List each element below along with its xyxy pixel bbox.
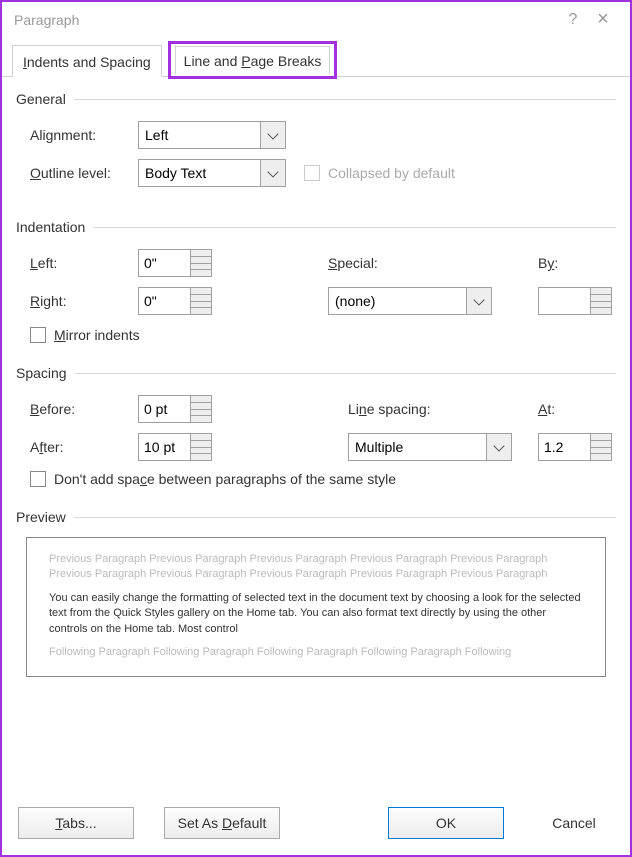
section-title-spacing: Spacing — [16, 365, 67, 381]
titlebar: Paragraph ? × — [2, 2, 630, 37]
dialog-footer: Tabs... Set As Default OK Cancel — [2, 791, 630, 855]
indent-left-spinner[interactable] — [138, 249, 248, 277]
alignment-label: Alignment: — [30, 127, 138, 143]
mirror-indents-checkbox[interactable] — [30, 327, 46, 343]
outline-label: Outline level: — [30, 165, 138, 181]
preview-main-text: You can easily change the formatting of … — [49, 591, 583, 637]
special-label: Special: — [328, 255, 518, 271]
spin-up-icon[interactable] — [590, 433, 612, 447]
alignment-input[interactable] — [138, 121, 260, 149]
mirror-indents-label: Mirror indents — [54, 327, 140, 343]
close-button[interactable]: × — [588, 5, 618, 35]
indent-left-input[interactable] — [138, 249, 190, 277]
help-button[interactable]: ? — [558, 5, 588, 35]
special-select[interactable] — [328, 287, 518, 315]
section-title-indentation: Indentation — [16, 219, 85, 235]
before-input[interactable] — [138, 395, 190, 423]
alignment-select[interactable] — [138, 121, 286, 149]
spin-down-icon[interactable] — [190, 301, 212, 316]
chevron-down-icon — [473, 294, 484, 305]
line-spacing-dropdown-icon[interactable] — [486, 433, 512, 461]
alignment-dropdown-icon[interactable] — [260, 121, 286, 149]
tabs-button[interactable]: Tabs... — [18, 807, 134, 839]
spin-up-icon[interactable] — [190, 395, 212, 409]
collapsed-label: Collapsed by default — [328, 165, 455, 181]
section-general: General Alignment: Outline level: — [16, 91, 616, 197]
chevron-down-icon — [493, 440, 504, 451]
special-input[interactable] — [328, 287, 466, 315]
spin-down-icon[interactable] — [190, 409, 212, 424]
section-indentation: Indentation Left: Special: By: Right: — [16, 219, 616, 343]
section-spacing: Spacing Before: Line spacing: At: After: — [16, 365, 616, 487]
spin-down-icon[interactable] — [190, 447, 212, 462]
outline-dropdown-icon[interactable] — [260, 159, 286, 187]
section-title-general: General — [16, 91, 66, 107]
at-label: At: — [538, 401, 628, 417]
spin-down-icon[interactable] — [190, 263, 212, 278]
line-spacing-input[interactable] — [348, 433, 486, 461]
no-space-label: Don't add space between paragraphs of th… — [54, 471, 396, 487]
outline-input[interactable] — [138, 159, 260, 187]
line-spacing-select[interactable] — [348, 433, 528, 461]
preview-prev-text: Previous Paragraph Previous Paragraph Pr… — [49, 552, 583, 583]
line-spacing-label: Line spacing: — [348, 401, 528, 417]
indent-left-label: Left: — [30, 255, 138, 271]
spin-up-icon[interactable] — [190, 287, 212, 301]
spin-up-icon[interactable] — [190, 433, 212, 447]
cancel-button[interactable]: Cancel — [534, 807, 614, 839]
spin-down-icon[interactable] — [590, 301, 612, 316]
window-title: Paragraph — [14, 12, 79, 28]
tab-bar: Indents and Spacing Line and Page Breaks — [2, 37, 630, 77]
section-title-preview: Preview — [16, 509, 66, 525]
ok-button[interactable]: OK — [388, 807, 504, 839]
indent-right-input[interactable] — [138, 287, 190, 315]
indent-right-label: Right: — [30, 293, 138, 309]
special-dropdown-icon[interactable] — [466, 287, 492, 315]
chevron-down-icon — [267, 166, 278, 177]
collapsed-checkbox — [304, 165, 320, 181]
outline-select[interactable] — [138, 159, 286, 187]
by-input[interactable] — [538, 287, 590, 315]
spin-up-icon[interactable] — [190, 249, 212, 263]
after-label: After: — [30, 439, 138, 455]
by-spinner[interactable] — [538, 287, 628, 315]
at-input[interactable] — [538, 433, 590, 461]
by-label: By: — [538, 255, 628, 271]
after-input[interactable] — [138, 433, 190, 461]
tab-line-page-breaks-highlight: Line and Page Breaks — [168, 41, 338, 79]
set-default-button[interactable]: Set As Default — [164, 807, 280, 839]
before-label: Before: — [30, 401, 138, 417]
before-spinner[interactable] — [138, 395, 248, 423]
spin-down-icon[interactable] — [590, 447, 612, 462]
after-spinner[interactable] — [138, 433, 248, 461]
no-space-checkbox[interactable] — [30, 471, 46, 487]
spin-up-icon[interactable] — [590, 287, 612, 301]
at-spinner[interactable] — [538, 433, 628, 461]
chevron-down-icon — [267, 128, 278, 139]
tab-indents-spacing[interactable]: Indents and Spacing — [12, 45, 162, 77]
preview-pane: Previous Paragraph Previous Paragraph Pr… — [26, 537, 606, 677]
tab-line-page-breaks[interactable]: Line and Page Breaks — [175, 46, 331, 74]
indent-right-spinner[interactable] — [138, 287, 248, 315]
preview-next-text: Following Paragraph Following Paragraph … — [49, 645, 583, 660]
